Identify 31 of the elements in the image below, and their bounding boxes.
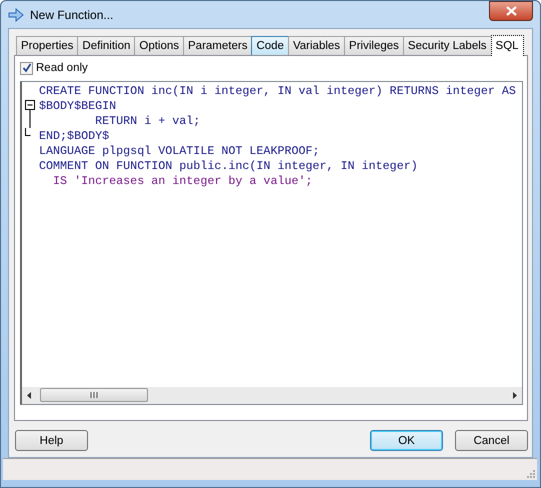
code-line: CREATE FUNCTION inc(IN i integer, IN val integer) RETURNS integer AS (39, 84, 516, 98)
code-line: LANGUAGE plpgsql VOLATILE NOT LEAKPROOF; (39, 144, 320, 158)
tab[interactable]: Options (134, 36, 184, 56)
dialog-button[interactable]: Help (15, 430, 88, 452)
code-line: COMMENT ON FUNCTION public.inc(IN integer, IN integer) (39, 158, 418, 173)
code-line: $BODY$BEGIN (39, 98, 116, 113)
dialog-button[interactable]: OK (370, 430, 443, 452)
tab[interactable]: Definition (77, 36, 136, 56)
resize-grip-icon[interactable] (526, 469, 535, 478)
window-title: New Function... (30, 8, 114, 22)
grip-icon (90, 392, 98, 398)
close-button[interactable] (489, 0, 533, 21)
checkbox[interactable] (20, 62, 33, 75)
fold-end-line (25, 128, 31, 136)
tab[interactable]: Variables (288, 36, 346, 56)
tab[interactable]: Privileges (344, 36, 404, 56)
horizontal-scrollbar[interactable] (22, 387, 522, 404)
dialog-button[interactable]: Cancel (455, 430, 528, 452)
tab[interactable]: Properties (16, 36, 78, 56)
code-line: RETURN i + val; (94, 114, 200, 128)
tab[interactable]: SQL (490, 35, 524, 56)
checkbox-label: Read only (36, 62, 88, 74)
tab[interactable]: Security Labels (402, 36, 492, 56)
collapse-icon[interactable] (25, 98, 36, 114)
arrow-icon (8, 8, 24, 22)
close-icon (506, 6, 516, 16)
scroll-thumb[interactable] (40, 388, 148, 402)
code-line: END;$BODY$ (39, 128, 110, 143)
code-line: IS 'Increases an integer by a value'; (52, 174, 313, 188)
tab[interactable]: Code (251, 36, 289, 56)
tab[interactable]: Parameters (183, 36, 252, 56)
